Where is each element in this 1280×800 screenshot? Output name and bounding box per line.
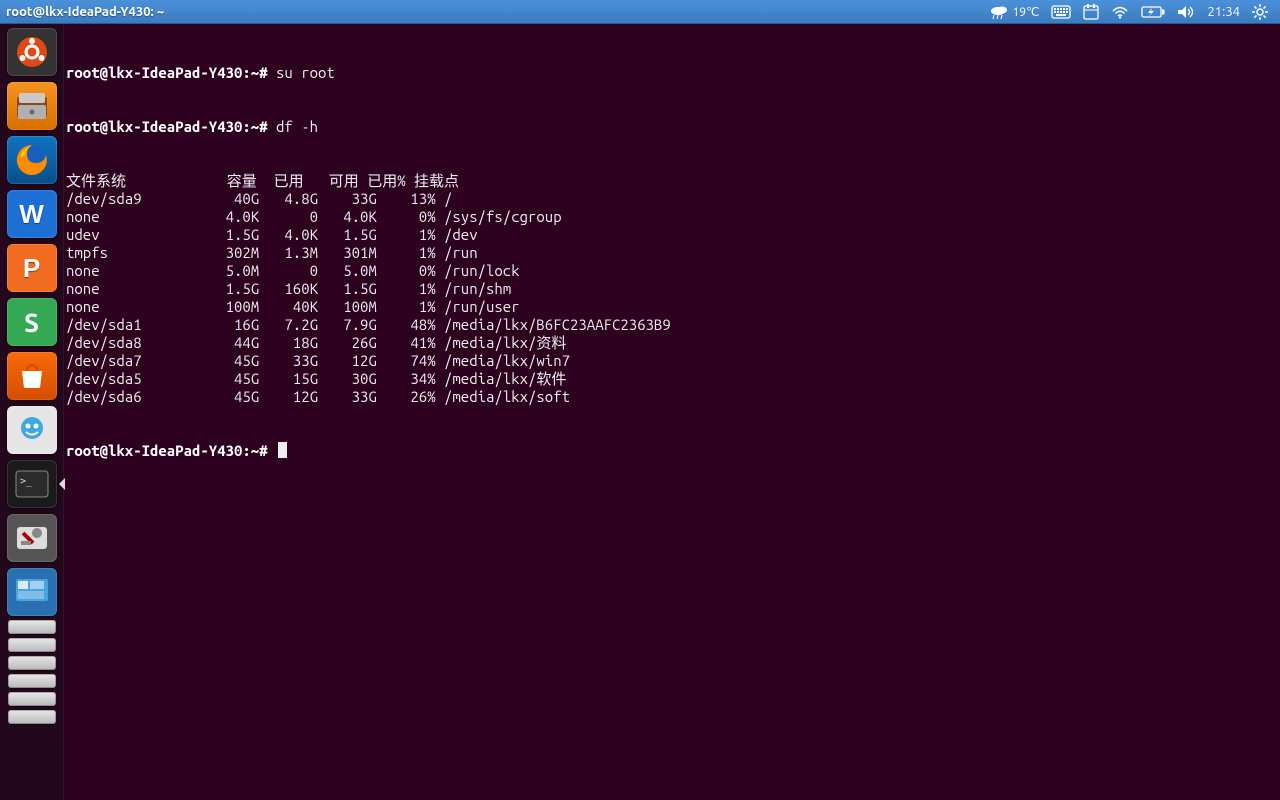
launcher-dash[interactable]	[7, 28, 57, 76]
desktop-icon	[14, 577, 50, 607]
keyboard-icon	[1051, 5, 1071, 19]
terminal-line: /dev/sda8 44G 18G 26G 41% /media/lkx/资料	[66, 334, 1278, 352]
svg-text:>_: >_	[20, 476, 33, 487]
terminal-line: /dev/sda1 16G 7.2G 7.9G 48% /media/lkx/B…	[66, 316, 1278, 334]
terminal-line: none 100M 40K 100M 1% /run/user	[66, 298, 1278, 316]
network-indicator[interactable]	[1105, 0, 1135, 23]
launcher-drive[interactable]	[8, 656, 56, 670]
wps-p-icon: P	[23, 253, 40, 284]
terminal-line: /dev/sda9 40G 4.8G 33G 13% /	[66, 190, 1278, 208]
wps-w-icon: W	[19, 199, 44, 230]
window-title: root@lkx-IdeaPad-Y430: ~	[6, 5, 164, 19]
clock[interactable]: 21:34	[1201, 0, 1246, 23]
workarea: W P S >_ root@lkx-IdeaPad-Y430:~# su roo…	[0, 24, 1280, 800]
terminal[interactable]: root@lkx-IdeaPad-Y430:~# su root root@lk…	[64, 24, 1280, 800]
firefox-icon	[14, 142, 50, 178]
terminal-line: none 5.0M 0 5.0M 0% /run/lock	[66, 262, 1278, 280]
launcher-settings[interactable]	[7, 514, 57, 562]
settings-icon	[15, 523, 49, 553]
terminal-line: 文件系统 容量 已用 可用 已用% 挂载点	[66, 172, 1278, 190]
launcher-wps-spreadsheet[interactable]: S	[7, 298, 57, 346]
terminal-line: udev 1.5G 4.0K 1.5G 1% /dev	[66, 226, 1278, 244]
launcher: W P S >_	[0, 24, 64, 800]
launcher-firefox[interactable]	[7, 136, 57, 184]
battery-icon	[1141, 6, 1165, 18]
launcher-drive[interactable]	[8, 638, 56, 652]
session-indicator[interactable]	[1246, 0, 1274, 23]
launcher-drive[interactable]	[8, 710, 56, 724]
file-manager-icon	[15, 91, 49, 121]
terminal-line: /dev/sda7 45G 33G 12G 74% /media/lkx/win…	[66, 352, 1278, 370]
terminal-icon: >_	[15, 470, 49, 498]
launcher-drive[interactable]	[8, 620, 56, 634]
launcher-terminal[interactable]: >_	[7, 460, 57, 508]
launcher-show-desktop[interactable]	[7, 568, 57, 616]
weather-icon	[990, 4, 1008, 20]
sound-indicator[interactable]	[1171, 0, 1201, 23]
weather-indicator[interactable]: 19℃	[984, 0, 1045, 23]
terminal-prompt-line: root@lkx-IdeaPad-Y430:~#	[66, 442, 1278, 460]
calendar-icon	[1083, 4, 1099, 20]
terminal-line: /dev/sda5 45G 15G 30G 34% /media/lkx/软件	[66, 370, 1278, 388]
wps-s-icon: S	[24, 308, 39, 337]
launcher-files[interactable]	[7, 82, 57, 130]
keyboard-indicator[interactable]	[1045, 0, 1077, 23]
weather-temp: 19℃	[1012, 5, 1039, 19]
launcher-messenger[interactable]	[7, 406, 57, 454]
launcher-drive[interactable]	[8, 674, 56, 688]
gear-icon	[1252, 4, 1268, 20]
cursor	[278, 442, 287, 458]
terminal-line: none 4.0K 0 4.0K 0% /sys/fs/cgroup	[66, 208, 1278, 226]
terminal-line: tmpfs 302M 1.3M 301M 1% /run	[66, 244, 1278, 262]
volume-icon	[1177, 5, 1195, 19]
clock-time: 21:34	[1207, 5, 1240, 19]
terminal-line: root@lkx-IdeaPad-Y430:~# su root	[66, 64, 1278, 82]
battery-indicator[interactable]	[1135, 0, 1171, 23]
launcher-wps-presentation[interactable]: P	[7, 244, 57, 292]
wifi-icon	[1111, 5, 1129, 19]
terminal-line: none 1.5G 160K 1.5G 1% /run/shm	[66, 280, 1278, 298]
ubuntu-icon	[15, 35, 49, 69]
top-panel: root@lkx-IdeaPad-Y430: ~ 19℃ 21:34	[0, 0, 1280, 24]
messenger-icon	[16, 414, 48, 446]
launcher-wps-writer[interactable]: W	[7, 190, 57, 238]
launcher-software-center[interactable]	[7, 352, 57, 400]
launcher-drive[interactable]	[8, 692, 56, 706]
terminal-line: root@lkx-IdeaPad-Y430:~# df -h	[66, 118, 1278, 136]
terminal-line: /dev/sda6 45G 12G 33G 26% /media/lkx/sof…	[66, 388, 1278, 406]
calendar-indicator[interactable]	[1077, 0, 1105, 23]
shopping-bag-icon	[17, 361, 47, 391]
